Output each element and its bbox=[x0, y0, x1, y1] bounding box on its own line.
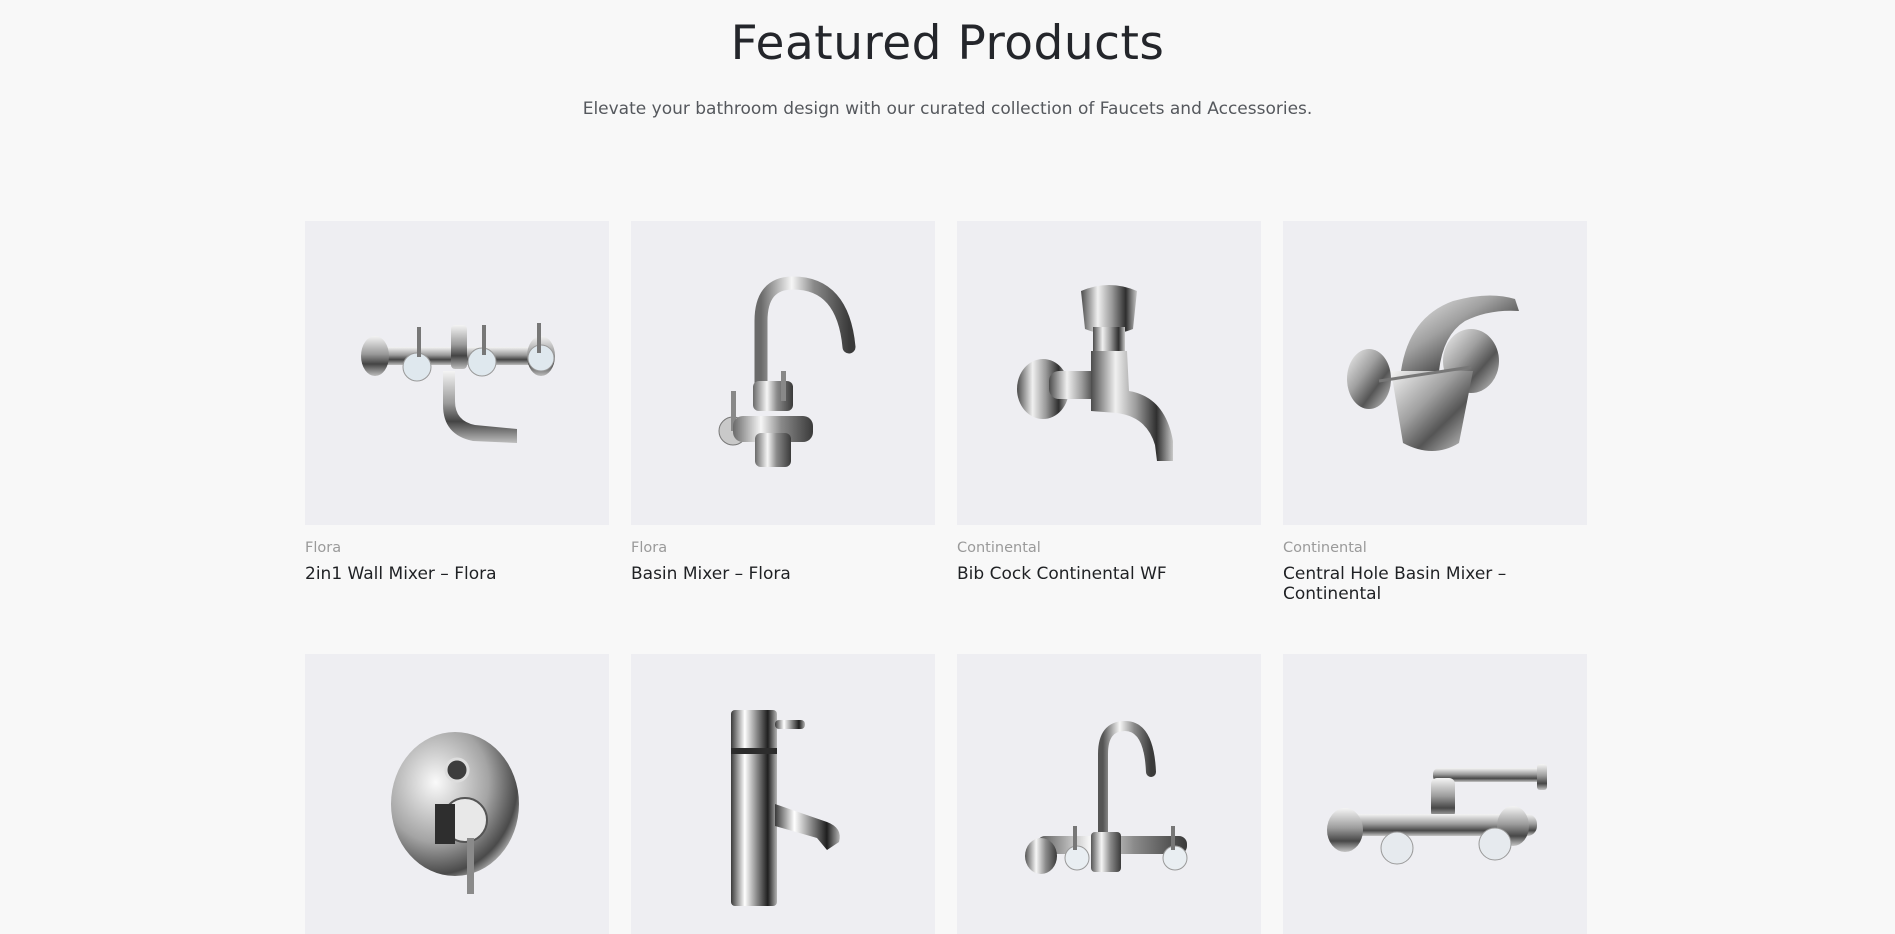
wall-sink-mixer-swivel-icon bbox=[1327, 764, 1547, 865]
product-card[interactable] bbox=[957, 654, 1261, 934]
section-subtitle: Elevate your bathroom design with our cu… bbox=[582, 99, 1313, 119]
product-card[interactable]: Continental Bib Cock Continental WF bbox=[957, 221, 1261, 604]
product-grid: Flora 2in1 Wall Mixer – Flora Flora Basi… bbox=[305, 221, 1587, 934]
product-category[interactable]: Flora bbox=[631, 538, 935, 558]
product-image[interactable] bbox=[1283, 221, 1587, 525]
basin-mixer-icon bbox=[718, 276, 856, 467]
product-category[interactable]: Flora bbox=[305, 538, 609, 558]
pillar-tap-icon bbox=[731, 710, 840, 906]
central-hole-basin-mixer-icon bbox=[1347, 295, 1519, 451]
product-image[interactable] bbox=[305, 654, 609, 934]
product-image[interactable] bbox=[305, 221, 609, 525]
product-category[interactable]: Continental bbox=[957, 538, 1261, 558]
product-image[interactable] bbox=[1283, 654, 1587, 934]
bib-cock-icon bbox=[1017, 285, 1173, 461]
concealed-diverter-icon bbox=[391, 732, 519, 894]
section-title: Featured Products bbox=[730, 16, 1165, 71]
product-name[interactable]: 2in1 Wall Mixer – Flora bbox=[305, 564, 609, 584]
product-card[interactable]: Continental Central Hole Basin Mixer – C… bbox=[1283, 221, 1587, 604]
sink-mixer-wall-icon bbox=[1025, 720, 1188, 874]
wall-mixer-icon bbox=[361, 323, 555, 443]
featured-products-section: Featured Products Elevate your bathroom … bbox=[0, 0, 1895, 934]
product-image[interactable] bbox=[957, 654, 1261, 934]
product-card[interactable]: Flora Basin Mixer – Flora bbox=[631, 221, 935, 604]
product-name[interactable]: Bib Cock Continental WF bbox=[957, 564, 1261, 584]
product-card[interactable] bbox=[1283, 654, 1587, 934]
product-image[interactable] bbox=[631, 654, 935, 934]
product-card[interactable] bbox=[305, 654, 609, 934]
product-card[interactable] bbox=[631, 654, 935, 934]
product-image[interactable] bbox=[957, 221, 1261, 525]
product-category[interactable]: Continental bbox=[1283, 538, 1587, 558]
product-image[interactable] bbox=[631, 221, 935, 525]
product-card[interactable]: Flora 2in1 Wall Mixer – Flora bbox=[305, 221, 609, 604]
product-name[interactable]: Central Hole Basin Mixer – Continental bbox=[1283, 564, 1587, 604]
product-name[interactable]: Basin Mixer – Flora bbox=[631, 564, 935, 584]
